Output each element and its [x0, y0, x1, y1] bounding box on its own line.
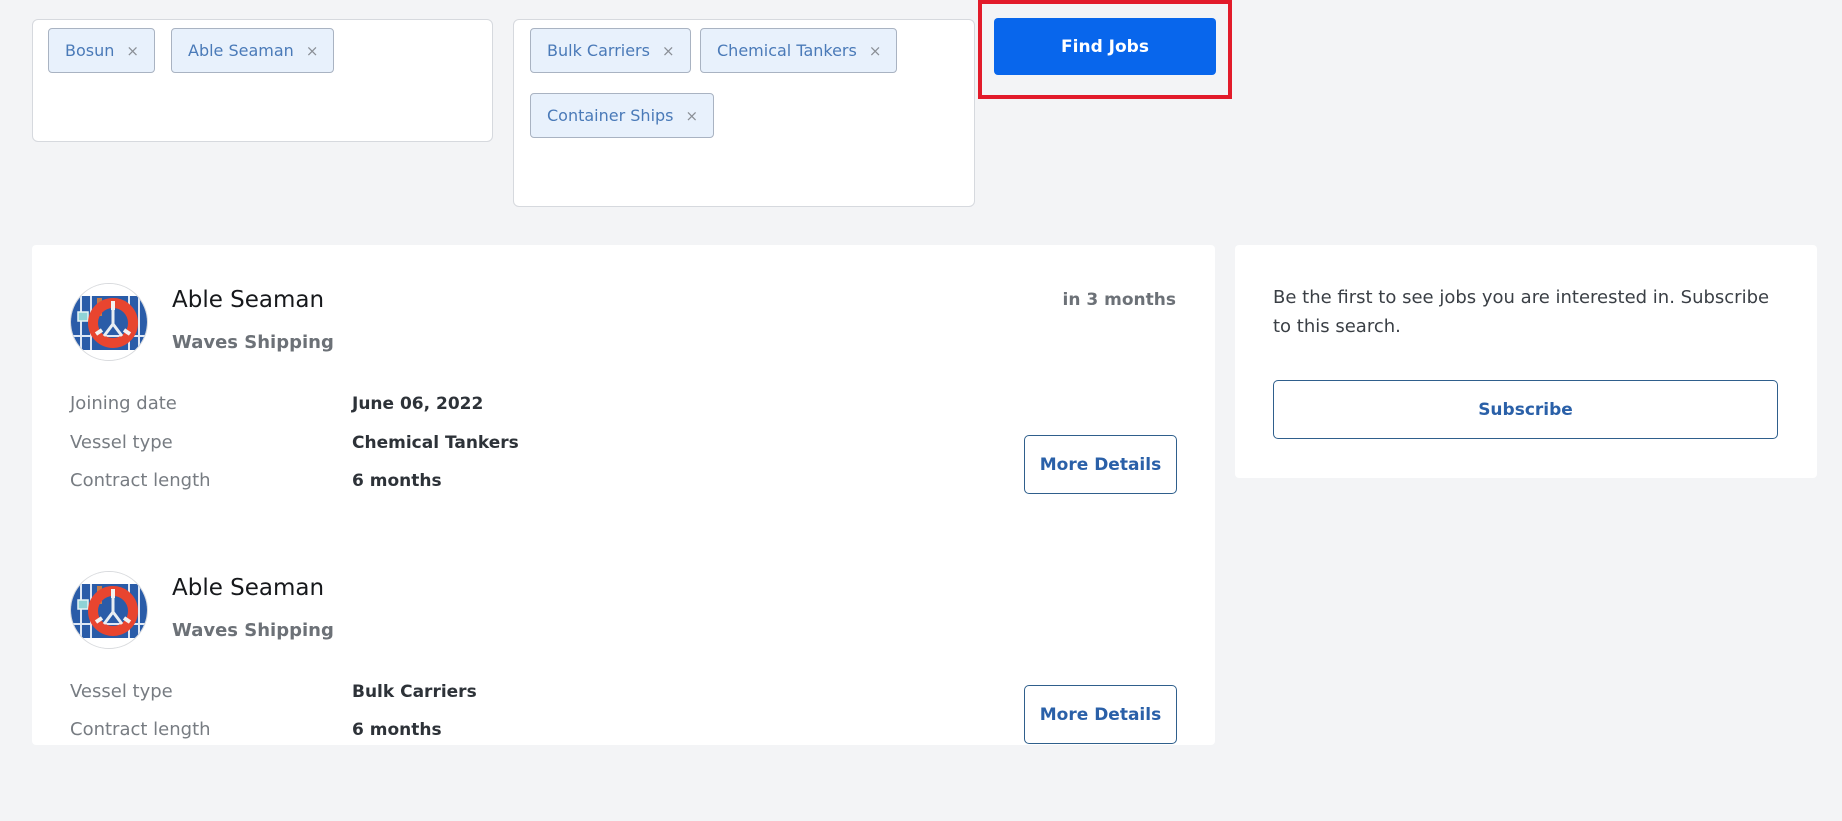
- job-title[interactable]: Able Seaman: [172, 287, 324, 313]
- remove-chip-icon[interactable]: ×: [686, 107, 699, 125]
- more-details-button[interactable]: More Details: [1024, 685, 1177, 744]
- job-title[interactable]: Able Seaman: [172, 575, 324, 601]
- vessel-type-filter-input[interactable]: Bulk Carriers × Chemical Tankers × Conta…: [513, 19, 975, 207]
- detail-label: Contract length: [70, 719, 211, 740]
- chip-label: Bosun: [65, 41, 115, 60]
- subscribe-panel: Be the first to see jobs you are interes…: [1235, 245, 1817, 478]
- vessel-type-value: Bulk Carriers: [352, 682, 477, 702]
- chip-label: Bulk Carriers: [547, 41, 650, 60]
- lifebuoy-icon: [71, 284, 147, 360]
- rank-filter-input[interactable]: Bosun × Able Seaman ×: [32, 19, 493, 142]
- joining-date-value: June 06, 2022: [352, 394, 484, 414]
- company-name: Waves Shipping: [172, 332, 334, 353]
- lifebuoy-icon: [71, 572, 147, 648]
- remove-chip-icon[interactable]: ×: [662, 42, 675, 60]
- job-list: Able Seaman Waves Shipping in 3 months J…: [32, 245, 1215, 745]
- chip-label: Container Ships: [547, 106, 674, 125]
- contract-length-value: 6 months: [352, 720, 442, 740]
- detail-label: Vessel type: [70, 432, 173, 453]
- chip-label: Able Seaman: [188, 41, 294, 60]
- subscribe-button[interactable]: Subscribe: [1273, 380, 1778, 439]
- company-avatar: [70, 571, 148, 649]
- company-name: Waves Shipping: [172, 620, 334, 641]
- filter-chip-chemical-tankers: Chemical Tankers ×: [700, 28, 898, 73]
- subscribe-description: Be the first to see jobs you are interes…: [1273, 287, 1770, 337]
- detail-label: Vessel type: [70, 681, 173, 702]
- chip-label: Chemical Tankers: [717, 41, 857, 60]
- job-listing: Able Seaman Waves Shipping in 3 months J…: [32, 245, 1215, 533]
- detail-label: Joining date: [70, 393, 177, 414]
- more-details-button[interactable]: More Details: [1024, 435, 1177, 494]
- filter-chip-bosun: Bosun ×: [48, 28, 155, 73]
- detail-label: Contract length: [70, 470, 211, 491]
- contract-length-value: 6 months: [352, 471, 442, 491]
- job-listing: Able Seaman Waves Shipping Vessel type B…: [32, 533, 1215, 821]
- company-avatar: [70, 283, 148, 361]
- find-jobs-button[interactable]: Find Jobs: [994, 18, 1216, 75]
- filter-chip-bulk-carriers: Bulk Carriers ×: [530, 28, 691, 73]
- remove-chip-icon[interactable]: ×: [869, 42, 882, 60]
- filter-chip-able-seaman: Able Seaman ×: [171, 28, 335, 73]
- remove-chip-icon[interactable]: ×: [126, 42, 139, 60]
- job-start-time: in 3 months: [1062, 290, 1176, 310]
- filter-chip-container-ships: Container Ships ×: [530, 93, 715, 138]
- remove-chip-icon[interactable]: ×: [306, 42, 319, 60]
- vessel-type-value: Chemical Tankers: [352, 433, 519, 453]
